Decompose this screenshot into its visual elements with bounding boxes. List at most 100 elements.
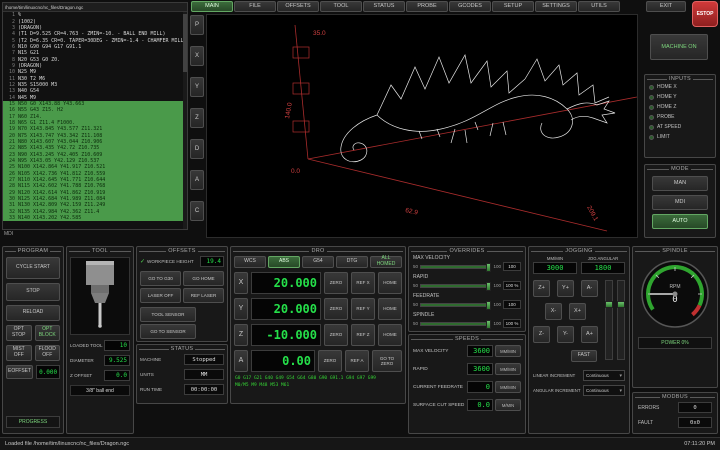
go-to-sensor-button[interactable]: GO TO SENSOR: [140, 324, 196, 339]
view-x-button[interactable]: X: [190, 46, 204, 66]
jog-linear-slider-thumb[interactable]: [605, 301, 613, 308]
exit-button[interactable]: EXIT: [646, 1, 686, 12]
jog-angular-slider-thumb[interactable]: [617, 301, 625, 308]
jog-a-minus-button[interactable]: A-: [581, 280, 598, 297]
menu-probe[interactable]: PROBE: [406, 1, 448, 12]
home-button[interactable]: HOME: [378, 324, 402, 346]
ref-y-button[interactable]: REF Y: [351, 298, 375, 320]
jog-x-plus-button[interactable]: X+: [569, 303, 586, 320]
override-slider[interactable]: [420, 284, 491, 288]
menu-setup[interactable]: SETUP: [492, 1, 534, 12]
dro-value-x: 20.000: [251, 272, 321, 294]
dro-tab-wcs[interactable]: WCS: [234, 256, 266, 268]
menu-status[interactable]: STATUS: [363, 1, 405, 12]
ref-z-button[interactable]: REF Z: [351, 324, 375, 346]
view-c-button[interactable]: C: [190, 201, 204, 221]
slider-thumb[interactable]: [486, 320, 491, 329]
override-slider[interactable]: [420, 303, 491, 307]
jog-angular-slider[interactable]: [617, 280, 625, 360]
speed-unit-button[interactable]: MM/MIN: [495, 381, 521, 393]
eoffset-button[interactable]: EOFFSET: [6, 365, 33, 379]
cycle-start-button[interactable]: CYCLE START: [6, 257, 60, 279]
gcode-line-number: 6: [3, 44, 15, 50]
machine-state-label: MACHINE: [140, 357, 161, 362]
jog-z-plus-button[interactable]: Z+: [533, 280, 550, 297]
opt-block-button[interactable]: OPT BLOCK: [35, 325, 61, 341]
menu-gcodes[interactable]: GCODES: [449, 1, 491, 12]
jog-fast-button[interactable]: FAST: [571, 350, 597, 362]
gcode-scrollbar[interactable]: [183, 12, 187, 229]
angular-increment-select[interactable]: Continuous ▾: [583, 385, 625, 396]
view-p-button[interactable]: P: [190, 15, 204, 35]
override-slider[interactable]: [420, 322, 491, 326]
slider-thumb[interactable]: [486, 301, 491, 310]
linear-increment-select[interactable]: Continuous ▾: [583, 370, 625, 381]
slider-thumb[interactable]: [486, 282, 491, 291]
gcode-line-number: 30: [3, 196, 15, 202]
zero-button[interactable]: ZERO: [324, 298, 348, 320]
gcode-line[interactable]: 33N140 X143.202 Y42.585: [3, 215, 187, 221]
dro-tab-g54[interactable]: G54: [302, 256, 334, 268]
mode-panel-title: MODE: [645, 165, 715, 172]
go-to-g30-button[interactable]: GO TO G30: [140, 271, 181, 286]
gcode-line[interactable]: 4(T1 D=9.525 CR=4.763 - ZMIN=-10. - BALL…: [3, 31, 187, 37]
estop-button[interactable]: ESTOP: [692, 1, 718, 27]
jog-linear-slider[interactable]: [605, 280, 613, 360]
mode-mdi-button[interactable]: MDI: [652, 195, 708, 210]
jog-z-minus-button[interactable]: Z-: [533, 326, 550, 343]
gcode-line[interactable]: 5(T2 D=6.35 CR=0. TAPER=30DEG - ZMIN=-1.…: [3, 37, 187, 43]
jog-x-minus-button[interactable]: X-: [545, 303, 562, 320]
dro-tab-all-homed[interactable]: ALL HOMED: [370, 256, 402, 268]
view-z-button[interactable]: Z: [190, 108, 204, 128]
menu-tool[interactable]: TOOL: [320, 1, 362, 12]
inputs-panel-title: INPUTS: [645, 75, 715, 82]
view-a-button[interactable]: A: [190, 170, 204, 190]
speed-unit-button[interactable]: M/MIN: [495, 399, 521, 411]
menu-settings[interactable]: SETTINGS: [535, 1, 577, 12]
dro-tab-abs[interactable]: ABS: [268, 256, 300, 268]
speed-unit-button[interactable]: MM/MIN: [495, 363, 521, 375]
laser-off-button[interactable]: LASER OFF: [140, 288, 181, 303]
jog-y-plus-button[interactable]: Y+: [557, 280, 574, 297]
zero-button[interactable]: ZERO: [318, 350, 342, 372]
mode-man-button[interactable]: MAN: [652, 176, 708, 191]
gcode-lines: 1%2(1002)3(DRAGON)4(T1 D=9.525 CR=4.763 …: [3, 12, 187, 221]
gcode-line-number: 25: [3, 164, 15, 170]
jog-a-plus-button[interactable]: A+: [581, 326, 598, 343]
home-button[interactable]: HOME: [378, 272, 402, 294]
flood-button[interactable]: FLOOD OFF: [35, 345, 61, 361]
machine-on-button[interactable]: MACHINE ON: [650, 34, 708, 60]
dro-tab-dtg[interactable]: DTG: [336, 256, 368, 268]
view-d-button[interactable]: D: [190, 139, 204, 159]
gcode-scrollbar-thumb[interactable]: [183, 14, 187, 72]
tool-sensor-button[interactable]: TOOL SENSOR: [140, 307, 196, 322]
ref-a-button[interactable]: REF A: [345, 350, 369, 372]
gcode-line-text: (DRAGON): [18, 25, 42, 31]
menu-main[interactable]: MAIN: [191, 1, 233, 12]
override-slider[interactable]: [420, 265, 491, 269]
go-home-button[interactable]: GO HOME: [183, 271, 224, 286]
input-label: HOME X: [657, 84, 677, 90]
speed-unit-button[interactable]: MM/MIN: [495, 345, 521, 357]
mode-auto-button[interactable]: AUTO: [652, 214, 708, 229]
menu-offsets[interactable]: OFFSETS: [277, 1, 319, 12]
rpm-label: RPM: [669, 284, 680, 290]
mist-button[interactable]: MIST OFF: [6, 345, 32, 361]
gcode-preview[interactable]: 35.0 140.0 0.0 62.9 209.1: [206, 14, 638, 238]
home-button[interactable]: HOME: [378, 298, 402, 320]
tool-title-label: TOOL: [92, 248, 108, 254]
zero-button[interactable]: ZERO: [324, 272, 348, 294]
view-y-button[interactable]: Y: [190, 77, 204, 97]
reload-button[interactable]: RELOAD: [6, 305, 60, 321]
menu-file[interactable]: FILE: [234, 1, 276, 12]
opt-stop-button[interactable]: OPT STOP: [6, 325, 32, 341]
jog-y-minus-button[interactable]: Y-: [557, 326, 574, 343]
stop-button[interactable]: STOP: [6, 283, 60, 301]
ref-laser-button[interactable]: REF LASER: [183, 288, 224, 303]
zero-button[interactable]: ZERO: [324, 324, 348, 346]
go-to-zero-button[interactable]: GO TO ZERO: [372, 350, 402, 372]
menu-utils[interactable]: UTILS: [578, 1, 620, 12]
input-row-home-z: HOME Z: [645, 102, 715, 112]
slider-thumb[interactable]: [486, 263, 491, 272]
ref-x-button[interactable]: REF X: [351, 272, 375, 294]
